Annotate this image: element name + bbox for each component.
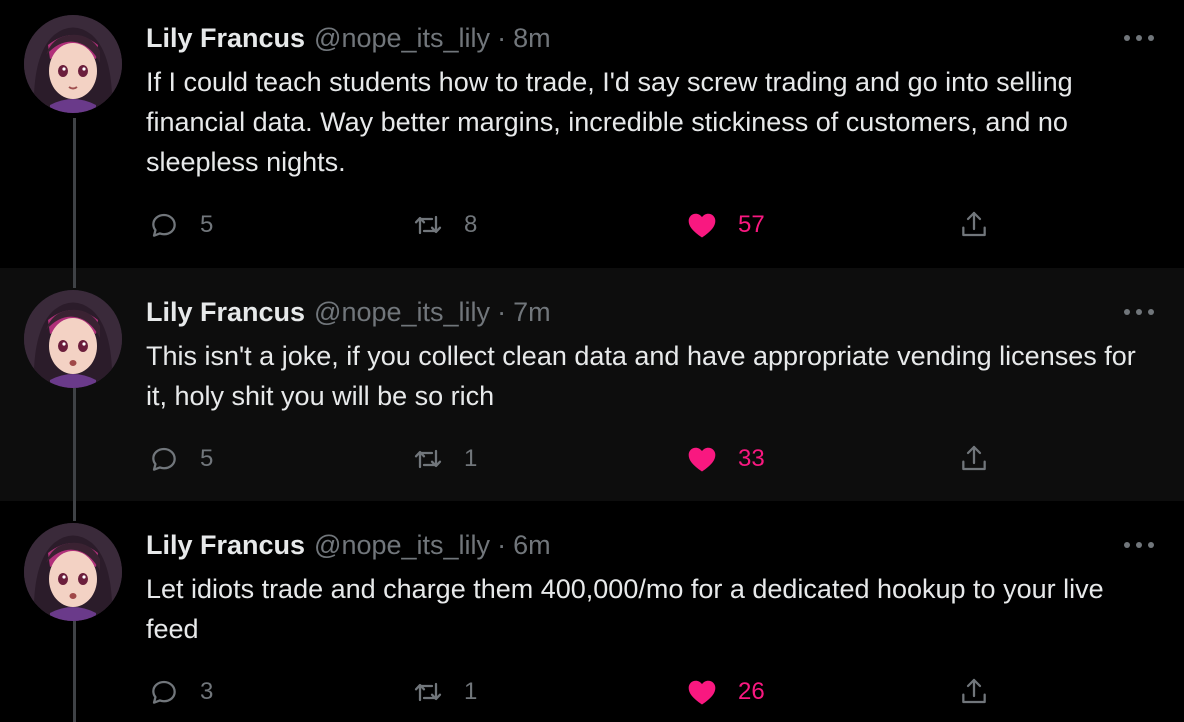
reply-button[interactable]: 3 bbox=[148, 672, 213, 712]
tweet-header: Lily Francus @nope_its_lily · 8m bbox=[146, 21, 551, 55]
tweet-text: If I could teach students how to trade, … bbox=[146, 67, 1081, 177]
tweet-header: Lily Francus @nope_its_lily · 7m bbox=[146, 295, 551, 329]
avatar[interactable] bbox=[24, 15, 122, 113]
reply-count: 5 bbox=[200, 211, 214, 238]
share-button[interactable] bbox=[958, 439, 990, 479]
retweet-button[interactable]: 1 bbox=[412, 439, 477, 479]
author-handle[interactable]: @nope_its_lily bbox=[314, 297, 490, 328]
like-count: 57 bbox=[738, 211, 765, 238]
author-name[interactable]: Lily Francus bbox=[146, 23, 305, 54]
like-button[interactable]: 26 bbox=[686, 672, 765, 712]
author-handle[interactable]: @nope_its_lily bbox=[314, 23, 490, 54]
avatar-image bbox=[24, 290, 122, 388]
thread-line bbox=[73, 501, 76, 521]
separator: · bbox=[497, 22, 507, 53]
heart-icon bbox=[688, 447, 716, 472]
thread-line bbox=[73, 118, 76, 268]
share-icon bbox=[962, 211, 986, 237]
thread-line bbox=[73, 268, 76, 288]
reply-icon bbox=[152, 447, 176, 471]
reply-icon bbox=[152, 680, 176, 704]
tweet-actions: 5 8 57 bbox=[0, 205, 1184, 245]
retweet-count: 1 bbox=[464, 678, 478, 705]
like-button[interactable]: 33 bbox=[686, 439, 765, 479]
timestamp[interactable]: 6m bbox=[513, 530, 551, 561]
author-name[interactable]: Lily Francus bbox=[146, 530, 305, 561]
tweet-actions: 3 1 26 bbox=[0, 672, 1184, 712]
more-icon[interactable] bbox=[1124, 540, 1154, 550]
share-icon bbox=[962, 445, 986, 471]
avatar[interactable] bbox=[24, 523, 122, 621]
tweet[interactable]: Lily Francus @nope_its_lily · 6m Let idi… bbox=[0, 501, 1184, 722]
retweet-count: 1 bbox=[464, 445, 478, 472]
share-button[interactable] bbox=[958, 205, 990, 245]
reply-icon bbox=[152, 213, 176, 237]
retweet-button[interactable]: 1 bbox=[412, 672, 477, 712]
like-count: 33 bbox=[738, 445, 765, 472]
separator: · bbox=[497, 296, 507, 327]
heart-icon bbox=[688, 213, 716, 238]
retweet-icon bbox=[414, 449, 442, 469]
reply-button[interactable]: 5 bbox=[148, 439, 213, 479]
retweet-icon bbox=[414, 215, 442, 235]
avatar-image bbox=[24, 15, 122, 113]
like-count: 26 bbox=[738, 678, 765, 705]
timestamp[interactable]: 8m bbox=[513, 23, 551, 54]
retweet-button[interactable]: 8 bbox=[412, 205, 477, 245]
reply-count: 3 bbox=[200, 678, 214, 705]
like-button[interactable]: 57 bbox=[686, 205, 765, 245]
tweet[interactable]: Lily Francus @nope_its_lily · 7m This is… bbox=[0, 268, 1184, 501]
retweet-count: 8 bbox=[464, 211, 478, 238]
retweet-icon bbox=[414, 682, 442, 702]
avatar-image bbox=[24, 523, 122, 621]
heart-icon bbox=[688, 680, 716, 705]
tweet-text: Let idiots trade and charge them 400,000… bbox=[146, 574, 1112, 644]
tweet[interactable]: Lily Francus @nope_its_lily · 8m If I co… bbox=[0, 0, 1184, 268]
share-icon bbox=[962, 678, 986, 704]
tweet-actions: 5 1 33 bbox=[0, 439, 1184, 479]
share-button[interactable] bbox=[958, 672, 990, 712]
avatar[interactable] bbox=[24, 290, 122, 388]
tweet-text: This isn't a joke, if you collect clean … bbox=[146, 341, 1144, 411]
separator: · bbox=[497, 529, 507, 560]
reply-button[interactable]: 5 bbox=[148, 205, 213, 245]
timestamp[interactable]: 7m bbox=[513, 297, 551, 328]
author-name[interactable]: Lily Francus bbox=[146, 297, 305, 328]
reply-count: 5 bbox=[200, 445, 214, 472]
tweet-header: Lily Francus @nope_its_lily · 6m bbox=[146, 528, 551, 562]
more-icon[interactable] bbox=[1124, 307, 1154, 317]
author-handle[interactable]: @nope_its_lily bbox=[314, 530, 490, 561]
more-icon[interactable] bbox=[1124, 33, 1154, 43]
